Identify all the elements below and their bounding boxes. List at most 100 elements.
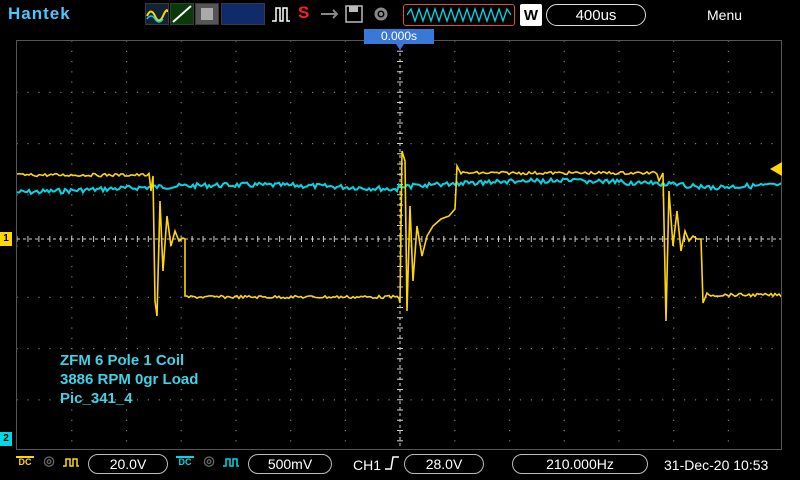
grid-dot	[574, 348, 576, 350]
grid-dot	[180, 266, 182, 268]
grid-dot	[344, 378, 346, 380]
persistence-icon[interactable]	[170, 3, 194, 25]
trigger-level-value[interactable]: 28.0V	[404, 454, 484, 474]
trigger-pulse-icon[interactable]	[270, 3, 292, 25]
grid-dot	[673, 337, 675, 339]
grid-dot	[673, 430, 675, 432]
grid-dot	[673, 41, 675, 42]
trigger-source[interactable]: CH1	[353, 457, 381, 473]
trigger-edge-icon[interactable]	[383, 455, 401, 471]
grid-dot	[771, 348, 773, 350]
grid-dot	[596, 245, 598, 247]
grid-dot	[673, 81, 675, 83]
grid-dot	[224, 91, 226, 93]
trigger-level-marker[interactable]	[770, 162, 782, 176]
ch2-volts-div[interactable]: 500mV	[248, 454, 332, 474]
settings-icon[interactable]	[370, 3, 392, 25]
grid-dot	[585, 143, 587, 145]
grid-dot	[279, 194, 281, 196]
grid-dot	[169, 143, 171, 145]
grid-dot	[27, 91, 29, 93]
grid-dot	[71, 71, 73, 73]
waveform-overview-button[interactable]	[403, 4, 515, 26]
ch1-ground-marker[interactable]: 1	[0, 232, 12, 246]
intensity-icon[interactable]	[195, 3, 219, 25]
grid-dot	[71, 337, 73, 339]
grid-dot	[596, 296, 598, 298]
grid-dot	[508, 184, 511, 186]
grid-dot	[421, 296, 423, 298]
ch2-ground-marker[interactable]: 2	[0, 432, 12, 446]
grid-dot	[136, 245, 139, 247]
grid-dot	[235, 214, 237, 216]
grid-dot	[180, 112, 182, 114]
grid-dot	[125, 143, 128, 145]
grid-dot	[454, 307, 456, 309]
timebase-button[interactable]: 400us	[546, 4, 646, 26]
grid-dot	[410, 399, 412, 401]
grid-dot	[563, 337, 565, 339]
grid-dot	[552, 348, 554, 350]
grid-dot	[607, 245, 609, 247]
grid-dot	[180, 163, 182, 165]
grid-dot	[530, 194, 533, 196]
grid-dot	[38, 348, 40, 350]
grid-dot	[322, 245, 325, 247]
grid-dot	[27, 245, 29, 247]
ch2-coupling-icon[interactable]: DC	[176, 456, 194, 474]
grid-dot	[377, 91, 379, 93]
grid-dot	[410, 194, 412, 196]
trigger-position-marker[interactable]	[396, 44, 404, 50]
grid-dot	[388, 143, 390, 145]
grid-dot	[235, 122, 237, 124]
grid-dot	[377, 245, 379, 247]
grid-dot	[344, 163, 346, 165]
grid-dot	[727, 204, 729, 206]
grid-dot	[235, 337, 237, 339]
grid-dot	[760, 91, 762, 93]
grid-dot	[673, 419, 675, 421]
grid-dot	[180, 440, 182, 442]
grid-dot	[519, 245, 522, 247]
save-icon[interactable]	[343, 3, 365, 25]
menu-button[interactable]: Menu	[707, 7, 742, 23]
grid-dot	[125, 307, 128, 309]
grid-dot	[640, 245, 642, 247]
grid-dot	[563, 255, 565, 257]
grid-dot	[290, 81, 292, 83]
grid-dot	[508, 440, 511, 442]
grid-dot	[673, 389, 675, 391]
grid-dot	[563, 163, 565, 165]
ch1-coupling-icon[interactable]: DC	[16, 456, 34, 474]
grid-dot	[180, 255, 182, 257]
grid-dot	[563, 419, 565, 421]
grid-dot	[377, 194, 379, 196]
grid-dot	[662, 143, 664, 145]
grid-dot	[684, 348, 686, 350]
grid-dot	[530, 348, 533, 350]
grid-dot	[508, 143, 511, 145]
stop-indicator[interactable]: S	[298, 3, 320, 25]
grid-dot	[377, 348, 379, 350]
grid-dot	[27, 143, 29, 145]
grid-dot	[618, 368, 620, 370]
grid-dot	[508, 163, 511, 165]
waveform-badge: W	[520, 4, 542, 26]
grid-dot	[235, 378, 237, 380]
grid-dot	[727, 102, 729, 104]
grid-dot	[497, 245, 500, 247]
annotation-line-1: ZFM 6 Pole 1 Coil	[60, 352, 185, 369]
grid-dot	[727, 91, 729, 93]
grid-dot	[180, 173, 182, 175]
grid-dot	[71, 409, 73, 411]
ch1-volts-div[interactable]: 20.0V	[88, 454, 168, 474]
display-mode-icon[interactable]	[145, 3, 169, 25]
grid-dot	[618, 163, 620, 165]
grid-dot	[344, 419, 346, 421]
grid-dot	[563, 204, 565, 206]
grid-dot	[71, 276, 73, 278]
grid-dot	[71, 225, 73, 227]
grid-dot	[301, 91, 303, 93]
grid-dot	[508, 112, 511, 114]
grid-dot	[235, 409, 237, 411]
